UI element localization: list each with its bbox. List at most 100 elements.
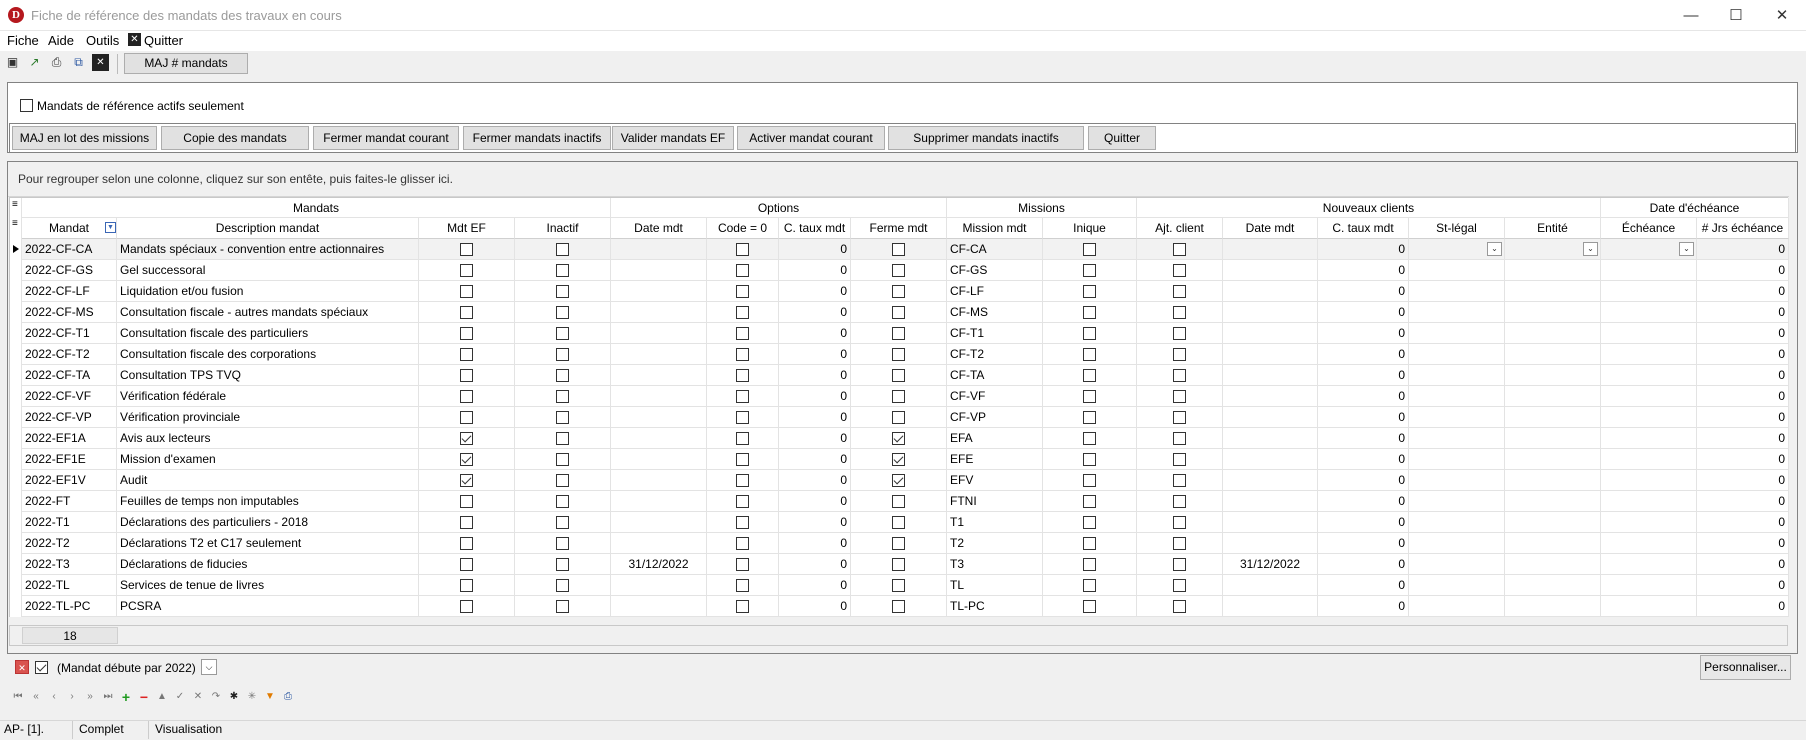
description-cell[interactable]: Avis aux lecteurs <box>117 428 419 449</box>
filter-dropdown-icon[interactable]: ⌵ <box>201 659 217 675</box>
cell-10[interactable] <box>1137 575 1223 596</box>
mission-cell[interactable]: T1 <box>947 512 1043 533</box>
cell-12[interactable]: 0 <box>1318 575 1409 596</box>
client-date-cell[interactable] <box>1223 323 1318 344</box>
cell-10[interactable] <box>1137 260 1223 281</box>
date-mdt-cell[interactable] <box>611 428 707 449</box>
mandat-cell[interactable]: 2022-CF-LF <box>22 281 117 302</box>
checkbox[interactable] <box>892 285 905 299</box>
cell-2[interactable] <box>419 575 515 596</box>
cell-2[interactable] <box>419 533 515 554</box>
filter-toggle-box[interactable] <box>35 661 48 675</box>
cell-6[interactable]: 0 <box>779 449 851 470</box>
date-mdt-cell[interactable] <box>611 344 707 365</box>
cell-6[interactable]: 0 <box>779 575 851 596</box>
cell-3[interactable] <box>515 449 611 470</box>
client-date-cell[interactable] <box>1223 533 1318 554</box>
date-mdt-cell[interactable] <box>611 239 707 260</box>
menu-quitter[interactable]: Quitter <box>144 33 183 48</box>
cell-13[interactable] <box>1409 407 1505 428</box>
add-icon[interactable]: + <box>118 688 134 705</box>
cell-12[interactable]: 0 <box>1318 470 1409 491</box>
last-icon[interactable]: ⏭ <box>100 688 116 704</box>
print-icon[interactable]: ⎙ <box>48 54 65 71</box>
client-date-cell[interactable] <box>1223 239 1318 260</box>
bookmark-icon[interactable]: ✱ <box>226 688 242 704</box>
mandat-cell[interactable]: 2022-TL-PC <box>22 596 117 617</box>
checkbox[interactable] <box>1083 474 1096 488</box>
description-cell[interactable]: Gel successoral <box>117 260 419 281</box>
cell-10[interactable] <box>1137 428 1223 449</box>
cell-9[interactable] <box>1043 323 1137 344</box>
cell-12[interactable]: 0 <box>1318 491 1409 512</box>
cell-12[interactable]: 0 <box>1318 281 1409 302</box>
active-only-checkbox[interactable] <box>20 98 33 113</box>
checkbox[interactable] <box>556 327 569 341</box>
prev-page-icon[interactable]: « <box>28 688 44 704</box>
checkbox[interactable] <box>1173 579 1186 593</box>
checkbox[interactable] <box>892 474 905 488</box>
cell-5[interactable] <box>707 575 779 596</box>
cell-6[interactable]: 0 <box>779 533 851 554</box>
cell-9[interactable] <box>1043 554 1137 575</box>
cell-7[interactable] <box>851 281 947 302</box>
cell-5[interactable] <box>707 449 779 470</box>
cell-12[interactable]: 0 <box>1318 449 1409 470</box>
checkbox[interactable] <box>1173 264 1186 278</box>
checkbox[interactable] <box>892 264 905 278</box>
cell-14[interactable] <box>1505 323 1601 344</box>
up-icon[interactable]: ▲ <box>154 688 170 704</box>
checkbox[interactable] <box>1173 369 1186 383</box>
checkbox[interactable] <box>556 306 569 320</box>
cell-15[interactable] <box>1601 449 1697 470</box>
column-header-1[interactable]: Description mandat <box>117 218 419 239</box>
cell-3[interactable] <box>515 554 611 575</box>
cell-2[interactable] <box>419 554 515 575</box>
description-cell[interactable]: Services de tenue de livres <box>117 575 419 596</box>
checkbox[interactable] <box>460 495 473 509</box>
cell-16[interactable]: 0 <box>1697 260 1789 281</box>
cell-16[interactable]: 0 <box>1697 239 1789 260</box>
cell-9[interactable] <box>1043 491 1137 512</box>
cell-3[interactable] <box>515 386 611 407</box>
cell-7[interactable] <box>851 344 947 365</box>
chevron-down-icon[interactable]: ⌄ <box>1679 242 1694 256</box>
cell-15[interactable] <box>1601 407 1697 428</box>
filter-toggle[interactable] <box>35 660 48 675</box>
date-mdt-cell[interactable] <box>611 596 707 617</box>
cell-2[interactable] <box>419 344 515 365</box>
delete-icon[interactable]: ✕ <box>92 54 109 71</box>
column-header-16[interactable]: # Jrs échéance <box>1697 218 1789 239</box>
client-date-cell[interactable] <box>1223 512 1318 533</box>
mandat-cell[interactable]: 2022-CF-T2 <box>22 344 117 365</box>
checkbox[interactable] <box>556 243 569 257</box>
cell-5[interactable] <box>707 239 779 260</box>
checkbox[interactable] <box>736 390 749 404</box>
cell-7[interactable] <box>851 470 947 491</box>
client-date-cell[interactable] <box>1223 575 1318 596</box>
checkbox[interactable] <box>460 243 473 257</box>
cell-16[interactable]: 0 <box>1697 302 1789 323</box>
checkbox[interactable] <box>736 306 749 320</box>
column-header-2[interactable]: Mdt EF <box>419 218 515 239</box>
column-header-8[interactable]: Mission mdt <box>947 218 1043 239</box>
checkbox[interactable] <box>1083 348 1096 362</box>
export-icon[interactable]: ↗ <box>26 54 43 71</box>
mandat-cell[interactable]: 2022-CF-T1 <box>22 323 117 344</box>
cell-9[interactable] <box>1043 260 1137 281</box>
refresh-icon[interactable]: ↷ <box>208 688 224 704</box>
description-cell[interactable]: Vérification provinciale <box>117 407 419 428</box>
cell-10[interactable] <box>1137 386 1223 407</box>
client-date-cell[interactable] <box>1223 302 1318 323</box>
cell-2[interactable] <box>419 470 515 491</box>
cell-9[interactable] <box>1043 449 1137 470</box>
cell-12[interactable]: 0 <box>1318 407 1409 428</box>
checkbox[interactable] <box>556 348 569 362</box>
cell-9[interactable] <box>1043 596 1137 617</box>
checkbox[interactable] <box>1173 453 1186 467</box>
remove-icon[interactable]: − <box>136 688 152 705</box>
cell-13[interactable] <box>1409 365 1505 386</box>
checkbox[interactable] <box>736 474 749 488</box>
goto-bookmark-icon[interactable]: ✳ <box>244 688 260 704</box>
cell-15[interactable] <box>1601 491 1697 512</box>
